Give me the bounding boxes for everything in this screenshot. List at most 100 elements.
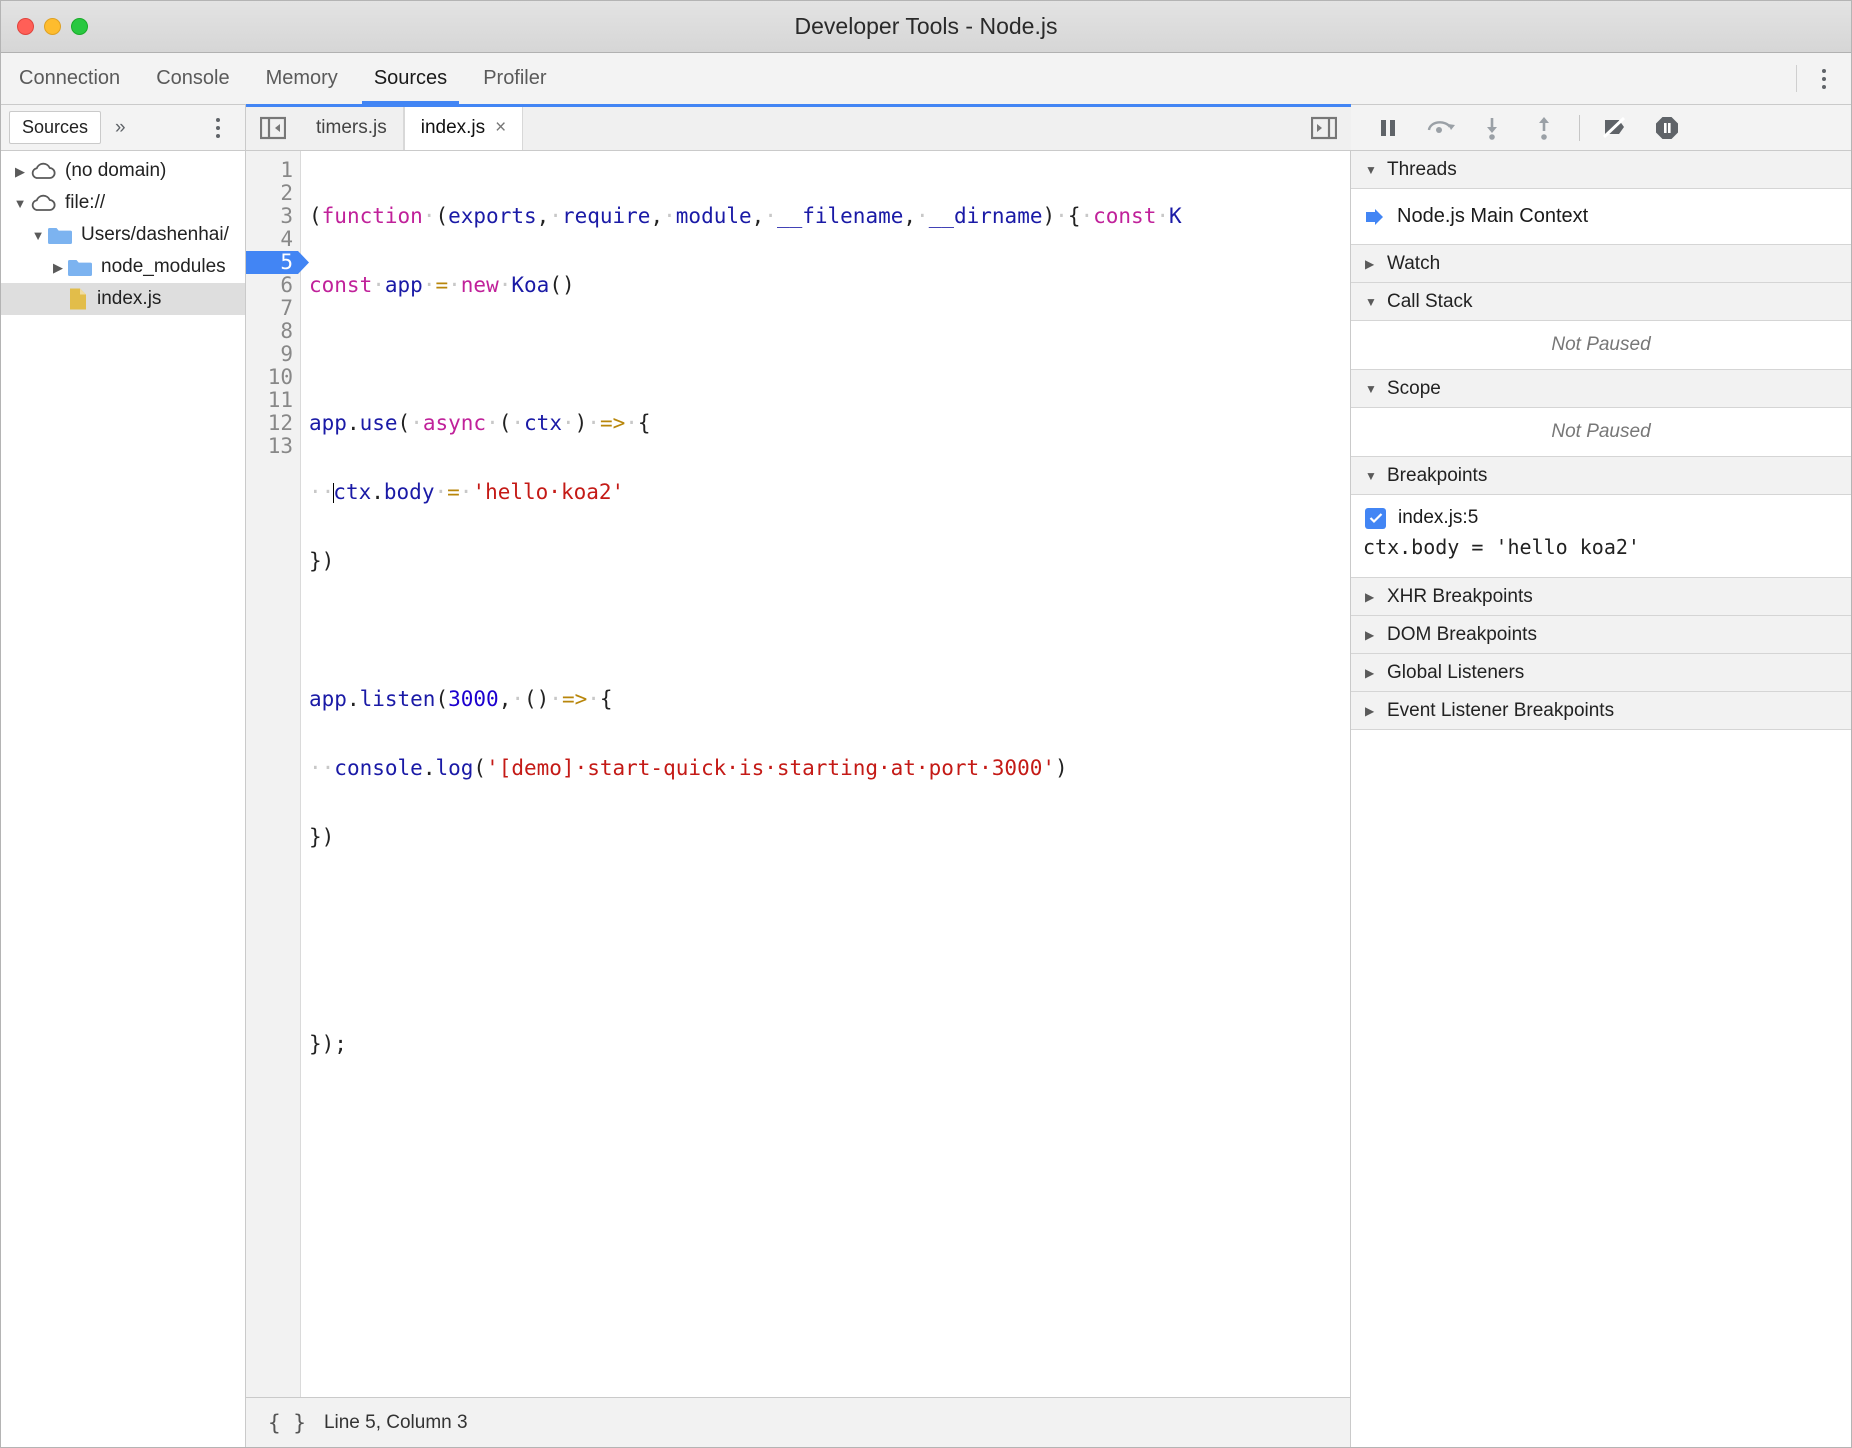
folder-icon — [47, 225, 73, 246]
step-over-icon[interactable] — [1417, 109, 1463, 147]
tab-memory[interactable]: Memory — [248, 53, 356, 104]
kebab-menu-icon[interactable] — [1797, 53, 1851, 104]
code-line-4: app.use(·async·(·ctx·)·=>·{ — [309, 411, 651, 435]
deactivate-breakpoints-icon[interactable] — [1592, 109, 1638, 147]
section-title: XHR Breakpoints — [1387, 585, 1533, 607]
pretty-print-braces-icon[interactable]: { } — [268, 1411, 306, 1435]
tab-sources[interactable]: Sources — [356, 53, 465, 104]
thread-item-main-context[interactable]: Node.js Main Context — [1351, 197, 1851, 236]
code-line-9: ··console.log('[demo]·start-quick·is·sta… — [309, 756, 1068, 780]
code-line-10: }) — [309, 825, 335, 849]
minimize-window-button[interactable] — [44, 18, 61, 35]
breakpoint-item[interactable]: index.js:5 ctx.body = 'hello koa2' — [1351, 503, 1851, 569]
twisty-expanded-icon[interactable]: ▼ — [11, 197, 29, 210]
tree-item-index-js[interactable]: index.js — [1, 283, 245, 315]
active-tab-indicator — [246, 104, 1351, 107]
line-number: 10 — [267, 365, 293, 389]
line-number: 8 — [280, 319, 293, 343]
devtools-window: Developer Tools - Node.js Connection Con… — [0, 0, 1852, 1448]
section-global-listeners[interactable]: ▶ Global Listeners — [1351, 654, 1851, 692]
section-title: Breakpoints — [1387, 464, 1488, 486]
breakpoint-code-snippet: ctx.body = 'hello koa2' — [1363, 535, 1640, 559]
folder-icon — [67, 257, 93, 278]
code-line-8: app.listen(3000,·()·=>·{ — [309, 687, 613, 711]
debugger-sidebar: ▼ Threads Node.js Main Context ▶ Watch ▼ — [1351, 105, 1851, 1447]
chevron-double-right-icon[interactable]: » — [105, 117, 136, 139]
collapse-navigator-icon[interactable] — [246, 105, 300, 150]
call-stack-body: Not Paused — [1351, 321, 1851, 370]
tree-item-no-domain[interactable]: ▶ (no domain) — [1, 155, 245, 187]
zoom-window-button[interactable] — [71, 18, 88, 35]
editor-tab-label: index.js — [420, 116, 486, 138]
code-line-5: ··ctx.body·=·'hello·koa2' — [309, 480, 625, 504]
pause-on-exceptions-icon[interactable] — [1644, 109, 1690, 147]
tree-item-users-folder[interactable]: ▼ Users/dashenhai/ — [1, 219, 245, 251]
section-threads[interactable]: ▼ Threads — [1351, 151, 1851, 189]
navigator-tab-sources[interactable]: Sources — [9, 111, 102, 144]
step-out-icon[interactable] — [1521, 109, 1567, 147]
twisty-expanded-icon[interactable]: ▼ — [29, 229, 47, 242]
line-number: 12 — [267, 411, 293, 435]
editor-status-bar: { } Line 5, Column 3 — [246, 1397, 1351, 1447]
main-tab-spacer — [565, 53, 1796, 104]
threads-list: Node.js Main Context — [1351, 189, 1851, 245]
line-number: 9 — [280, 342, 293, 366]
file-tree: ▶ (no domain) ▼ file:// ▼ Users/dashenha… — [1, 151, 245, 315]
tree-item-node-modules[interactable]: ▶ node_modules — [1, 251, 245, 283]
section-event-listener-breakpoints[interactable]: ▶ Event Listener Breakpoints — [1351, 692, 1851, 730]
line-number-gutter[interactable]: 1 2 3 4 5 6 7 8 9 10 11 12 13 — [246, 151, 301, 1397]
editor-tab-timers-js[interactable]: timers.js — [300, 105, 404, 150]
debugger-toolbar — [1351, 105, 1851, 151]
breakpoint-enabled-checkbox[interactable] — [1365, 507, 1386, 529]
code-line-6: }) — [309, 549, 335, 573]
resume-pause-icon[interactable] — [1365, 109, 1411, 147]
code-line-13: }); — [309, 1032, 347, 1056]
devtools-body: Sources » ▶ (no domain) ▼ file:// ▼ User… — [1, 104, 1851, 1447]
editor-tab-label: timers.js — [316, 116, 387, 138]
section-breakpoints[interactable]: ▼ Breakpoints — [1351, 457, 1851, 495]
thread-label: Node.js Main Context — [1397, 205, 1589, 227]
tab-console[interactable]: Console — [138, 53, 247, 104]
cloud-icon — [29, 161, 57, 181]
line-number: 7 — [280, 296, 293, 320]
twisty-expanded-icon: ▼ — [1365, 381, 1377, 396]
scope-body: Not Paused — [1351, 408, 1851, 457]
breakpoint-location-label: index.js:5 — [1398, 507, 1479, 528]
main-tab-bar: Connection Console Memory Sources Profil… — [1, 53, 1851, 105]
line-number: 13 — [267, 434, 293, 458]
editor-column: timers.js index.js × 1 2 3 4 5 6 7 8 9 1… — [246, 104, 1351, 1447]
close-window-button[interactable] — [17, 18, 34, 35]
navigator-kebab-menu-icon[interactable] — [191, 117, 245, 138]
twisty-collapsed-icon: ▶ — [1365, 627, 1375, 642]
traffic-lights — [1, 18, 88, 35]
tab-connection[interactable]: Connection — [1, 53, 138, 104]
step-into-icon[interactable] — [1469, 109, 1515, 147]
twisty-collapsed-icon: ▶ — [1365, 703, 1375, 718]
twisty-collapsed-icon[interactable]: ▶ — [11, 165, 29, 178]
editor-tab-index-js[interactable]: index.js × — [246, 104, 1351, 150]
twisty-expanded-icon: ▼ — [1365, 468, 1377, 483]
section-scope[interactable]: ▼ Scope — [1351, 370, 1851, 408]
section-watch[interactable]: ▶ Watch — [1351, 245, 1851, 283]
section-xhr-breakpoints[interactable]: ▶ XHR Breakpoints — [1351, 578, 1851, 616]
section-dom-breakpoints[interactable]: ▶ DOM Breakpoints — [1351, 616, 1851, 654]
editor-tab-bar: timers.js index.js × — [246, 104, 1351, 151]
line-number: 11 — [267, 388, 293, 412]
line-number: 3 — [280, 204, 293, 228]
expand-debugger-icon[interactable] — [1297, 105, 1351, 150]
tree-item-file-protocol[interactable]: ▼ file:// — [1, 187, 245, 219]
tree-item-label: Users/dashenhai/ — [81, 224, 229, 245]
close-icon[interactable]: × — [495, 117, 506, 139]
code-editor[interactable]: 1 2 3 4 5 6 7 8 9 10 11 12 13 (function·… — [246, 151, 1351, 1397]
code-content[interactable]: (function·(exports,·require,·module,·__f… — [301, 151, 1350, 1397]
code-line-1: (function·(exports,·require,·module,·__f… — [309, 204, 1182, 228]
section-call-stack[interactable]: ▼ Call Stack — [1351, 283, 1851, 321]
tree-item-label: index.js — [97, 288, 162, 309]
tree-item-label: node_modules — [101, 256, 226, 277]
twisty-collapsed-icon[interactable]: ▶ — [49, 261, 67, 274]
tab-profiler[interactable]: Profiler — [465, 53, 564, 104]
section-title: Event Listener Breakpoints — [1387, 699, 1615, 721]
